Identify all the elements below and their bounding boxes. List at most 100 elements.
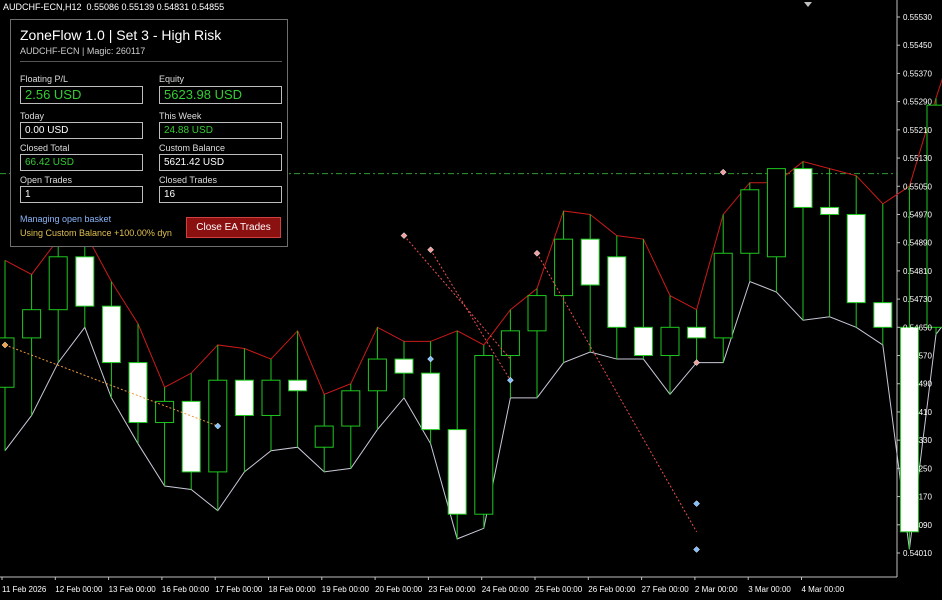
price-tick-label: 0.54170: [903, 493, 932, 502]
candle: [261, 359, 281, 451]
candle-body: [314, 425, 334, 448]
price-tick-label: 0.55050: [903, 182, 932, 191]
today-value: 0.00 USD: [20, 122, 143, 139]
ea-info-panel: ZoneFlow 1.0 | Set 3 - High Risk AUDCHF-…: [10, 19, 288, 247]
time-axis: 11 Feb 2026 12 Feb 00:00 13 Feb 00:00 16 Fe…: [1, 577, 845, 594]
this-week-label: This Week: [159, 111, 202, 121]
candle: [48, 239, 68, 363]
candle: [766, 168, 786, 293]
trade-marker-icon: [400, 232, 408, 239]
price-tick-label: 0.54650: [903, 323, 932, 332]
trade-marker-icon: [533, 249, 541, 257]
candle-body: [633, 326, 653, 357]
candle: [740, 182, 760, 282]
candle-body: [660, 326, 680, 357]
price-tick-label: 0.54330: [903, 436, 932, 445]
candle-body: [367, 358, 387, 392]
candle-body: [75, 256, 95, 307]
price-tick-label: 0.55530: [903, 13, 932, 22]
candle: [474, 344, 494, 529]
time-tick-label: 16 Feb 00:00: [162, 585, 210, 594]
candle: [633, 239, 653, 360]
candle-body: [234, 379, 254, 416]
close-ea-trades-button[interactable]: Close EA Trades: [186, 217, 281, 238]
candle-body: [580, 238, 600, 286]
trade-marker-icon: [427, 246, 434, 254]
candle: [155, 387, 175, 486]
closed-total-label: Closed Total: [20, 143, 70, 153]
candle: [660, 295, 680, 395]
shift-marker-icon: [804, 2, 812, 7]
panel-title: ZoneFlow 1.0 | Set 3 - High Risk: [20, 27, 222, 43]
candle-body: [447, 429, 467, 515]
candle: [607, 235, 627, 360]
candle: [288, 330, 308, 448]
closed-trades-value: 16: [159, 186, 282, 203]
candle-body: [128, 362, 148, 424]
candle: [447, 330, 467, 539]
time-tick-label: 26 Feb 00:00: [588, 585, 636, 594]
this-week-value: 24.88 USD: [159, 122, 282, 139]
candle: [554, 210, 574, 363]
candle: [846, 175, 866, 328]
candle-body: [713, 252, 733, 339]
price-tick-label: 0.54970: [903, 210, 932, 219]
candle: [820, 168, 840, 317]
price-tick-label: 0.54010: [903, 549, 932, 558]
trade-marker-icon: [507, 376, 514, 384]
time-tick-label: 27 Feb 00:00: [642, 585, 690, 594]
candle: [367, 327, 387, 430]
status-managing: Managing open basket: [20, 214, 112, 224]
status-balance: Using Custom Balance +100.00% dyn: [20, 228, 172, 238]
price-tick-label: 0.54490: [903, 380, 932, 389]
time-tick-label: 2 Mar 00:00: [695, 585, 738, 594]
candle: [527, 288, 547, 398]
closed-total-value: 66.42 USD: [20, 154, 143, 171]
price-tick-label: 0.54810: [903, 267, 932, 276]
time-tick-label: 4 Mar 00:00: [802, 585, 845, 594]
candle: [687, 309, 707, 363]
trade-marker-icon: [427, 355, 434, 363]
candle-body: [394, 358, 414, 374]
candle-body: [101, 305, 121, 364]
time-tick-label: 25 Feb 00:00: [535, 585, 583, 594]
candle-body: [820, 206, 840, 215]
candle-body: [288, 379, 308, 392]
candle: [394, 341, 414, 398]
candle-body: [181, 400, 201, 473]
candle: [580, 214, 600, 352]
candle-body: [48, 256, 68, 311]
candle-body: [740, 189, 760, 254]
candle-body: [155, 400, 175, 424]
trade-marker-icon: [693, 500, 700, 507]
trade-marker-icon: [693, 546, 700, 553]
candle: [793, 161, 813, 321]
candle: [181, 373, 201, 490]
time-tick-label: 11 Feb 2026: [2, 585, 47, 594]
candle-body: [527, 295, 547, 332]
today-label: Today: [20, 111, 45, 121]
open-trades-value: 1: [20, 186, 143, 203]
candle: [234, 348, 254, 472]
candle: [873, 203, 893, 345]
time-tick-label: 18 Feb 00:00: [269, 585, 317, 594]
floating-pl-value: 2.56 USD: [20, 86, 143, 104]
price-tick-label: 0.55130: [903, 154, 932, 163]
time-tick-label: 19 Feb 00:00: [322, 585, 370, 594]
closed-trades-label: Closed Trades: [159, 175, 218, 185]
price-tick-label: 0.55370: [903, 69, 932, 78]
equity-label: Equity: [159, 74, 185, 84]
time-tick-label: 12 Feb 00:00: [55, 585, 103, 594]
candle-body: [421, 372, 441, 431]
custom-balance-label: Custom Balance: [159, 143, 226, 153]
time-tick-label: 23 Feb 00:00: [428, 585, 476, 594]
time-tick-label: 24 Feb 00:00: [482, 585, 530, 594]
candle: [341, 383, 361, 469]
trade-marker-icon: [719, 168, 727, 176]
candle-body: [554, 238, 574, 297]
candle-body: [846, 213, 866, 304]
candle-body: [22, 309, 42, 339]
price-tick-label: 0.54090: [903, 521, 932, 530]
candle-body: [341, 390, 361, 427]
candle-body: [261, 379, 281, 416]
